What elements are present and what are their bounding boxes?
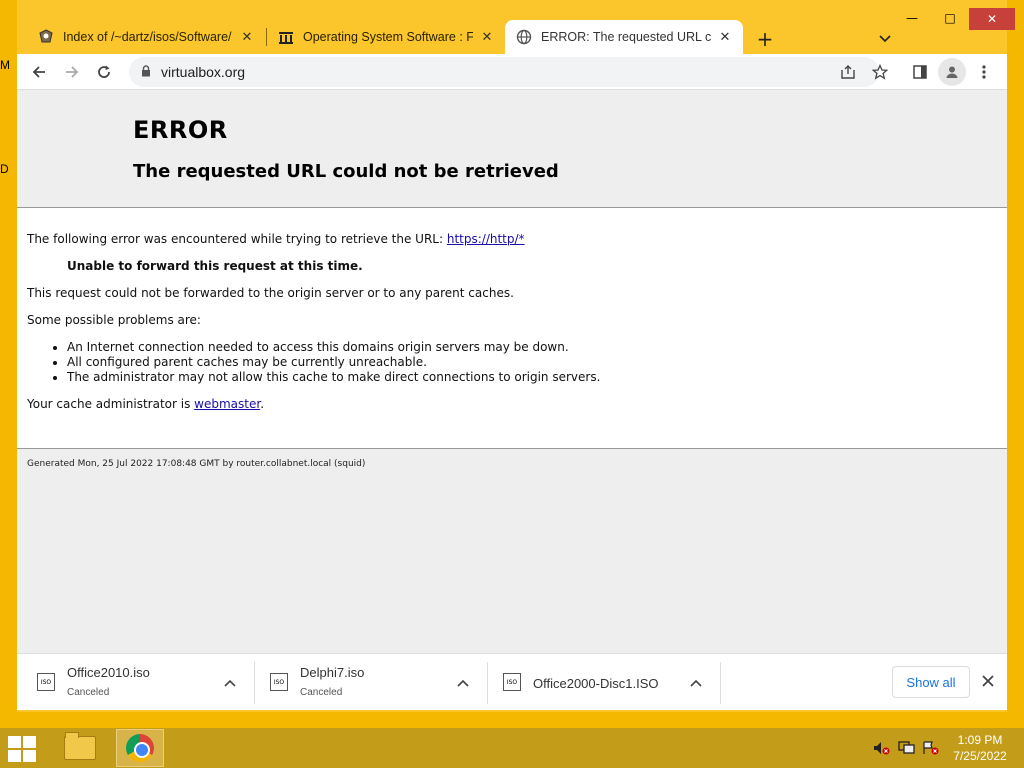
error-header: ERROR The requested URL could not be ret… bbox=[17, 90, 1007, 208]
list-item: All configured parent caches may be curr… bbox=[67, 355, 600, 370]
globe-icon bbox=[515, 28, 533, 46]
volume-muted-icon[interactable] bbox=[873, 740, 891, 756]
admin-suffix: . bbox=[260, 397, 265, 411]
download-item[interactable]: ISO Office2000-Disc1.ISO bbox=[483, 660, 715, 706]
windows-taskbar: 1:09 PM 7/25/2022 bbox=[0, 728, 1024, 768]
unable-forward-text: Unable to forward this request at this t… bbox=[67, 259, 363, 273]
close-icon[interactable]: ✕ bbox=[717, 29, 733, 45]
admin-paragraph: Your cache administrator is webmaster. bbox=[27, 397, 264, 411]
error-subtitle: The requested URL could not be retrieved bbox=[133, 161, 559, 182]
problems-heading: Some possible problems are: bbox=[27, 313, 201, 327]
taskbar-file-explorer[interactable] bbox=[56, 729, 104, 767]
generated-footer: Generated Mon, 25 Jul 2022 17:08:48 GMT … bbox=[27, 459, 366, 469]
download-item[interactable]: ISO Delphi7.iso Canceled bbox=[250, 660, 482, 706]
download-filename: Delphi7.iso bbox=[300, 665, 365, 680]
intro-text: The following error was encountered whil… bbox=[27, 232, 447, 246]
page-content: ERROR The requested URL could not be ret… bbox=[17, 90, 1007, 653]
tab-title: Operating System Software : Free bbox=[303, 30, 473, 44]
download-filename: Office2010.iso bbox=[67, 665, 150, 680]
list-item: An Internet connection needed to access … bbox=[67, 340, 600, 355]
intro-paragraph: The following error was encountered whil… bbox=[27, 232, 525, 246]
error-title: ERROR bbox=[133, 116, 228, 144]
desktop-edge-glyph: M bbox=[0, 58, 10, 72]
download-shelf: ISO Office2010.iso Canceled ISO Delphi7.… bbox=[17, 653, 1007, 710]
download-filename: Office2000-Disc1.ISO bbox=[533, 676, 659, 691]
forward-button[interactable] bbox=[58, 58, 86, 86]
new-tab-button[interactable]: + bbox=[752, 26, 778, 52]
close-shelf-icon[interactable] bbox=[977, 670, 999, 692]
url-text: virtualbox.org bbox=[161, 64, 246, 80]
close-icon[interactable]: ✕ bbox=[239, 29, 255, 45]
windows-start-icon[interactable] bbox=[8, 736, 38, 762]
problems-list: An Internet connection needed to access … bbox=[67, 340, 600, 385]
tab-search-chevron-icon[interactable] bbox=[874, 28, 896, 50]
browser-window: — □ ✕ Index of /~dartz/isos/Software/ ✕ … bbox=[17, 0, 1015, 712]
action-center-flag-icon[interactable] bbox=[922, 740, 940, 756]
show-all-button[interactable]: Show all bbox=[892, 666, 970, 698]
tab-index-of[interactable]: Index of /~dartz/isos/Software/ ✕ bbox=[27, 20, 265, 54]
system-clock[interactable]: 1:09 PM 7/25/2022 bbox=[950, 732, 1010, 764]
address-bar[interactable]: virtualbox.org bbox=[129, 57, 879, 87]
admin-text: Your cache administrator is bbox=[27, 397, 195, 411]
download-separator bbox=[720, 662, 721, 704]
reload-button[interactable] bbox=[90, 58, 118, 86]
desktop-edge-glyph: D bbox=[0, 162, 9, 176]
tab-title: Index of /~dartz/isos/Software/ bbox=[63, 30, 232, 44]
chevron-up-icon[interactable] bbox=[221, 674, 239, 692]
close-icon[interactable]: ✕ bbox=[479, 29, 495, 45]
bookmark-star-icon[interactable] bbox=[866, 58, 894, 86]
iso-file-icon: ISO bbox=[270, 673, 288, 691]
download-item[interactable]: ISO Office2010.iso Canceled bbox=[17, 660, 249, 706]
folder-icon bbox=[64, 732, 96, 760]
iso-file-icon: ISO bbox=[37, 673, 55, 691]
download-status: Canceled bbox=[300, 687, 343, 698]
chevron-up-icon[interactable] bbox=[454, 674, 472, 692]
footer-area: Generated Mon, 25 Jul 2022 17:08:48 GMT … bbox=[17, 449, 1007, 653]
archive-icon bbox=[277, 28, 295, 46]
side-panel-icon[interactable] bbox=[906, 58, 934, 86]
chevron-up-icon[interactable] bbox=[687, 674, 705, 692]
share-icon[interactable] bbox=[834, 58, 862, 86]
chrome-icon bbox=[126, 734, 154, 762]
profile-avatar-icon[interactable] bbox=[938, 58, 966, 86]
clock-date: 7/25/2022 bbox=[953, 749, 1007, 763]
iso-file-icon: ISO bbox=[503, 673, 521, 691]
taskbar-chrome[interactable] bbox=[116, 729, 164, 767]
tab-error-active[interactable]: ERROR: The requested URL could not ✕ bbox=[505, 20, 743, 54]
browser-toolbar: virtualbox.org bbox=[17, 54, 1007, 90]
error-url-link[interactable]: https://http/* bbox=[447, 232, 525, 246]
favicon-icon bbox=[37, 28, 55, 46]
download-status: Canceled bbox=[67, 687, 110, 698]
list-item: The administrator may not allow this cac… bbox=[67, 370, 600, 385]
network-icon[interactable] bbox=[898, 740, 916, 756]
tab-strip: Index of /~dartz/isos/Software/ ✕ Operat… bbox=[17, 16, 1007, 54]
menu-kebab-icon[interactable] bbox=[970, 58, 998, 86]
clock-time: 1:09 PM bbox=[957, 733, 1003, 747]
lock-icon bbox=[141, 64, 151, 80]
back-button[interactable] bbox=[25, 58, 53, 86]
tab-title: ERROR: The requested URL could not bbox=[541, 30, 711, 44]
forward-explanation: This request could not be forwarded to t… bbox=[27, 286, 514, 300]
webmaster-link[interactable]: webmaster bbox=[194, 397, 260, 411]
tab-operating-system-software[interactable]: Operating System Software : Free ✕ bbox=[267, 20, 505, 54]
